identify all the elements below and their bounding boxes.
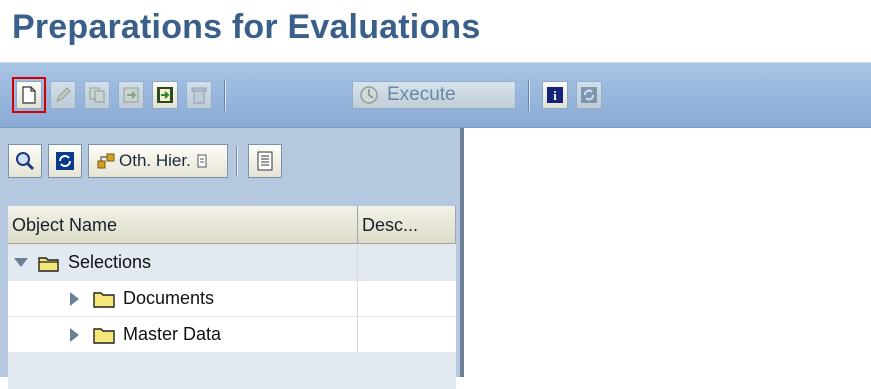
svg-text:i: i [553,88,557,103]
hierarchy-toolbar: Oth. Hier. [8,138,448,182]
toolbar-separator [528,79,530,111]
hierarchy-tree: Object Name Desc... Selections Documents… [8,206,456,389]
change-button[interactable] [50,81,76,109]
create-button[interactable] [12,77,46,113]
tree-empty-row [8,353,456,389]
application-toolbar: Execute i [0,62,871,128]
info-icon: i [547,87,563,103]
expand-icon[interactable] [70,291,79,306]
information-button[interactable]: i [542,81,568,109]
column-header-description[interactable]: Desc... [358,206,456,244]
column-header-object-name[interactable]: Object Name [8,206,358,244]
tree-item-label: Selections [68,252,152,272]
find-icon [16,152,35,171]
refresh-tree-icon [56,152,74,170]
refresh-tree-button[interactable] [48,144,82,178]
copy-button[interactable] [84,81,110,109]
other-hierarchy-label: Oth. Hier. [119,151,191,170]
tree-row-documents[interactable]: Documents [8,281,456,317]
transfer-button[interactable] [152,81,178,109]
page-title: Preparations for Evaluations [12,8,481,46]
toolbar-separator [224,79,226,111]
execute-label: Execute [387,84,456,105]
toolbar-separator [236,146,238,176]
dropdown-icon [197,154,207,168]
execute-icon [360,86,378,104]
details-icon [257,151,273,171]
tree-item-label: Documents [123,288,215,308]
tree-header: Object Name Desc... [8,206,456,245]
copy-icon [89,87,105,103]
other-hierarchy-button[interactable]: Oth. Hier. [88,144,228,178]
folder-icon [93,327,115,344]
new-document-icon [22,86,36,104]
refresh-button[interactable] [576,81,602,109]
details-button[interactable] [248,144,282,178]
collapse-icon[interactable] [14,258,28,267]
delete-button[interactable] [186,81,212,109]
tree-row-selections[interactable]: Selections [8,245,456,281]
other-hierarchy-icon [97,153,115,169]
transfer-icon [157,87,173,103]
edit-icon [56,87,71,102]
find-button[interactable] [8,144,42,178]
refresh-icon [581,87,597,103]
hierarchy-panel: Oth. Hier. Object Name Desc... Selection… [0,128,464,389]
expand-icon[interactable] [70,327,79,342]
move-icon [123,87,139,103]
delete-icon [191,87,207,104]
execute-button[interactable]: Execute [352,81,516,109]
tree-row-master-data[interactable]: Master Data [8,317,456,353]
folder-icon [93,291,115,308]
move-button[interactable] [118,81,144,109]
tree-item-label: Master Data [123,324,222,344]
folder-open-icon [38,256,59,272]
